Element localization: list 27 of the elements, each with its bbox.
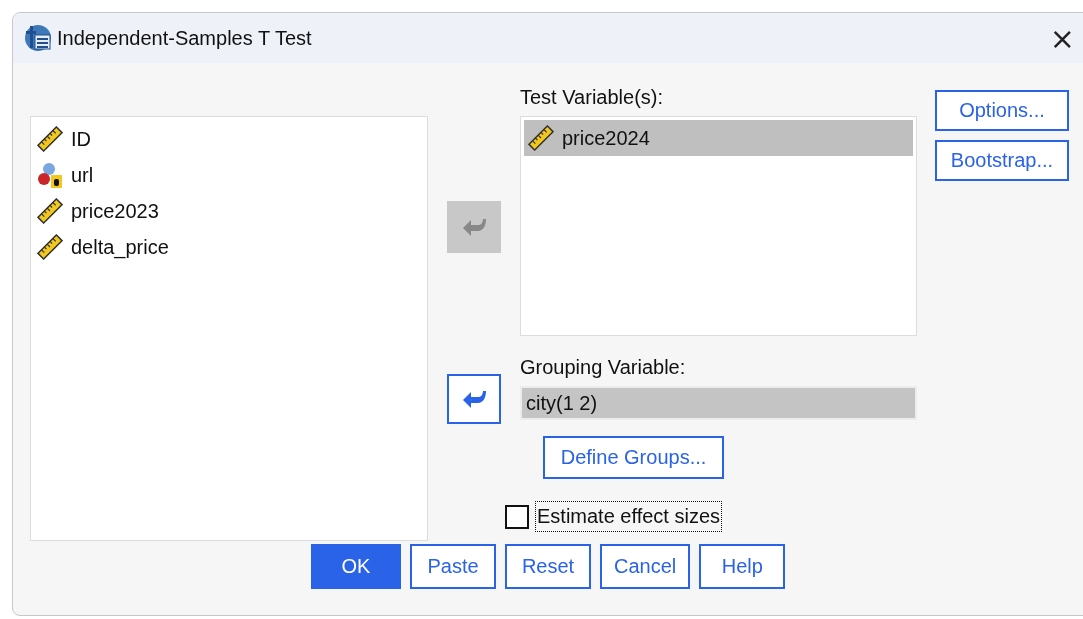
test-variable-list[interactable]: price2024 (520, 116, 917, 336)
dialog-button[interactable]: Paste (410, 544, 496, 589)
dialog-button[interactable]: Options... (935, 90, 1069, 131)
variable-name[interactable]: url (71, 163, 94, 187)
test-variables-label: Test Variable(s): (520, 86, 663, 110)
ok-button[interactable]: OK (311, 544, 401, 589)
grouping-variable-field[interactable]: city(1 2) (520, 386, 917, 420)
move-button[interactable] (447, 374, 501, 424)
grouping-variable-label: Grouping Variable: (520, 356, 686, 380)
dialog-button[interactable]: Cancel (600, 544, 691, 589)
variable-name[interactable]: price2023 (71, 199, 159, 223)
checkbox[interactable] (505, 504, 529, 529)
window-title: Independent-Samples T Test (57, 26, 312, 50)
variable-name[interactable]: ID (71, 127, 91, 151)
dialog-button[interactable]: Reset (505, 544, 591, 589)
checkbox-label[interactable]: Estimate effect sizes (535, 501, 723, 532)
list-item[interactable]: price2024 (524, 120, 913, 156)
nominal-variable-icon (37, 162, 63, 188)
source-variable-list[interactable]: ID url price2023 delta_price (30, 116, 428, 541)
dialog-button[interactable]: Bootstrap... (935, 140, 1069, 181)
define-groups-button[interactable]: Define Groups... (543, 436, 724, 479)
app-icon (23, 23, 53, 53)
move-arrow-icon (461, 216, 487, 238)
close-button[interactable]: × (1041, 20, 1083, 56)
variable-name[interactable]: delta_price (71, 235, 169, 259)
move-arrow-icon (461, 388, 487, 410)
dialog-button[interactable]: Help (699, 544, 786, 589)
